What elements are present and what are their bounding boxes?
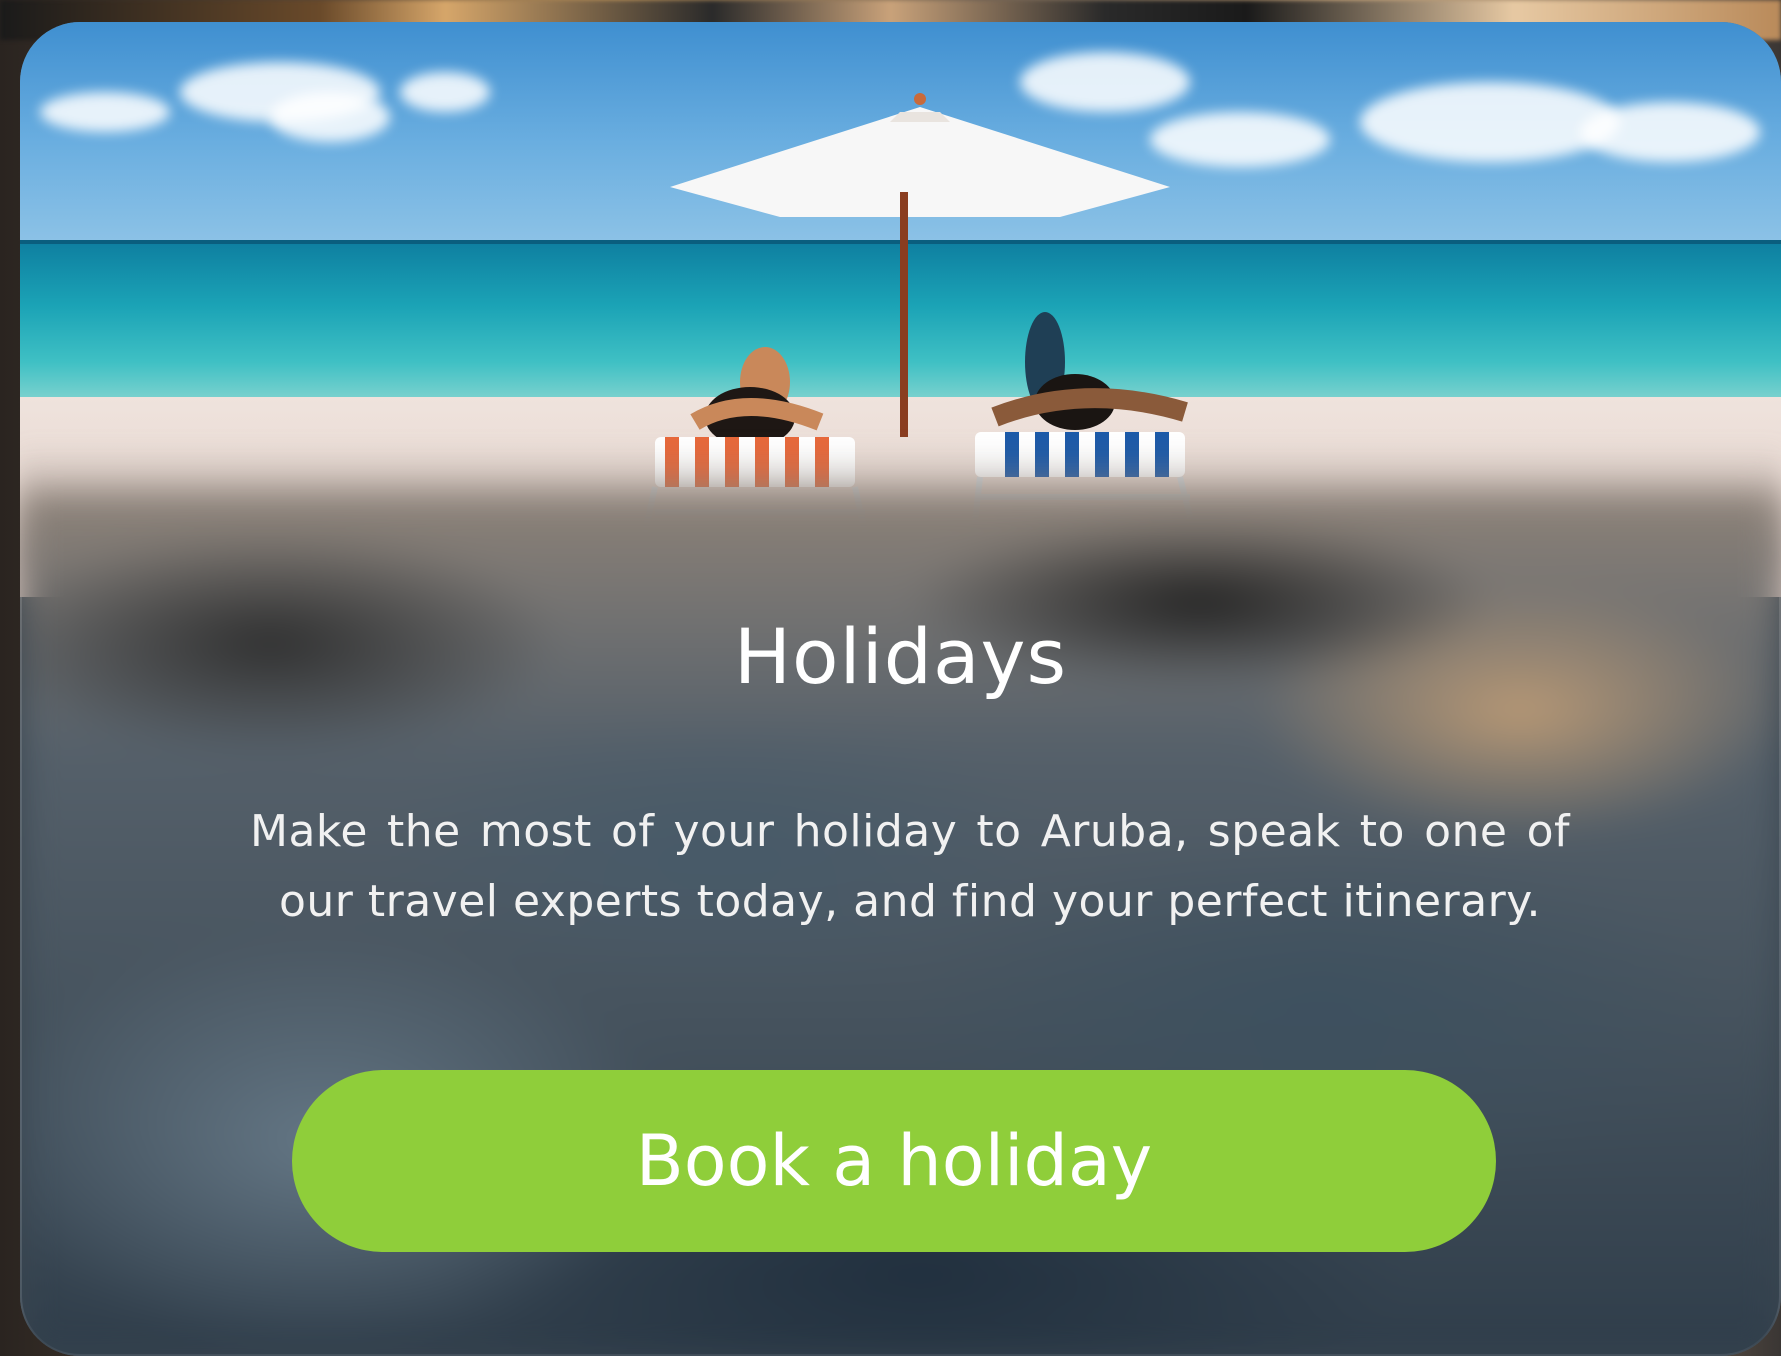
card-description: Make the most of your holiday to Aruba, … (250, 806, 1570, 927)
book-holiday-button[interactable]: Book a holiday (292, 1070, 1496, 1252)
holidays-card: Holidays Make the most of your holiday t… (20, 22, 1781, 1356)
card-content: Holidays Make the most of your holiday t… (20, 22, 1781, 1356)
card-title: Holidays (733, 612, 1068, 701)
